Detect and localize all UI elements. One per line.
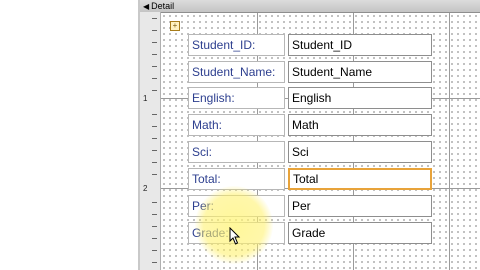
- ruler-tick: [152, 214, 157, 215]
- label-student-id[interactable]: Student_ID:: [188, 34, 285, 56]
- ruler-tick: [152, 66, 157, 67]
- section-title: Detail: [151, 1, 175, 11]
- ruler-tick: [152, 42, 157, 43]
- ruler-tick: [152, 90, 157, 91]
- ruler-tick: [152, 114, 157, 115]
- ruler-tick: [152, 202, 157, 203]
- textbox-per[interactable]: Per: [288, 195, 432, 217]
- ruler-tick: [152, 226, 157, 227]
- ruler-tick: [152, 238, 157, 239]
- textbox-math[interactable]: Math: [288, 114, 432, 136]
- vertical-ruler[interactable]: 1 2: [140, 12, 161, 270]
- label-sci[interactable]: Sci:: [188, 141, 285, 163]
- ruler-mark-1: 1: [143, 94, 148, 103]
- ruler-tick: [152, 78, 157, 79]
- grid-line: [449, 13, 450, 270]
- label-english[interactable]: English:: [188, 87, 285, 109]
- textbox-grade[interactable]: Grade: [288, 222, 432, 244]
- ruler-tick: [152, 18, 157, 19]
- ruler-tick: [152, 126, 157, 127]
- textbox-sci[interactable]: Sci: [288, 141, 432, 163]
- ruler-tick: [152, 250, 157, 251]
- textbox-student-name[interactable]: Student_Name: [288, 61, 432, 83]
- label-student-name[interactable]: Student_Name:: [188, 61, 285, 83]
- label-total[interactable]: Total:: [188, 168, 285, 190]
- ruler-tick: [152, 54, 157, 55]
- desktop-background: [0, 0, 138, 270]
- form-selector-icon[interactable]: +: [170, 21, 180, 31]
- detail-section-bar[interactable]: ◀ Detail: [140, 0, 480, 13]
- textbox-total-selected[interactable]: Total: [288, 168, 432, 190]
- mouse-pointer-icon: [229, 227, 241, 245]
- ruler-tick: [152, 162, 157, 163]
- ruler-tick: [152, 138, 157, 139]
- ruler-tick: [152, 150, 157, 151]
- label-math[interactable]: Math:: [188, 114, 285, 136]
- ruler-tick: [152, 174, 157, 175]
- ruler-mark-2: 2: [143, 184, 148, 193]
- ruler-tick: [152, 262, 157, 263]
- textbox-english[interactable]: English: [288, 87, 432, 109]
- label-per[interactable]: Per:: [188, 195, 285, 217]
- textbox-student-id[interactable]: Student_ID: [288, 34, 432, 56]
- ruler-tick: [152, 30, 157, 31]
